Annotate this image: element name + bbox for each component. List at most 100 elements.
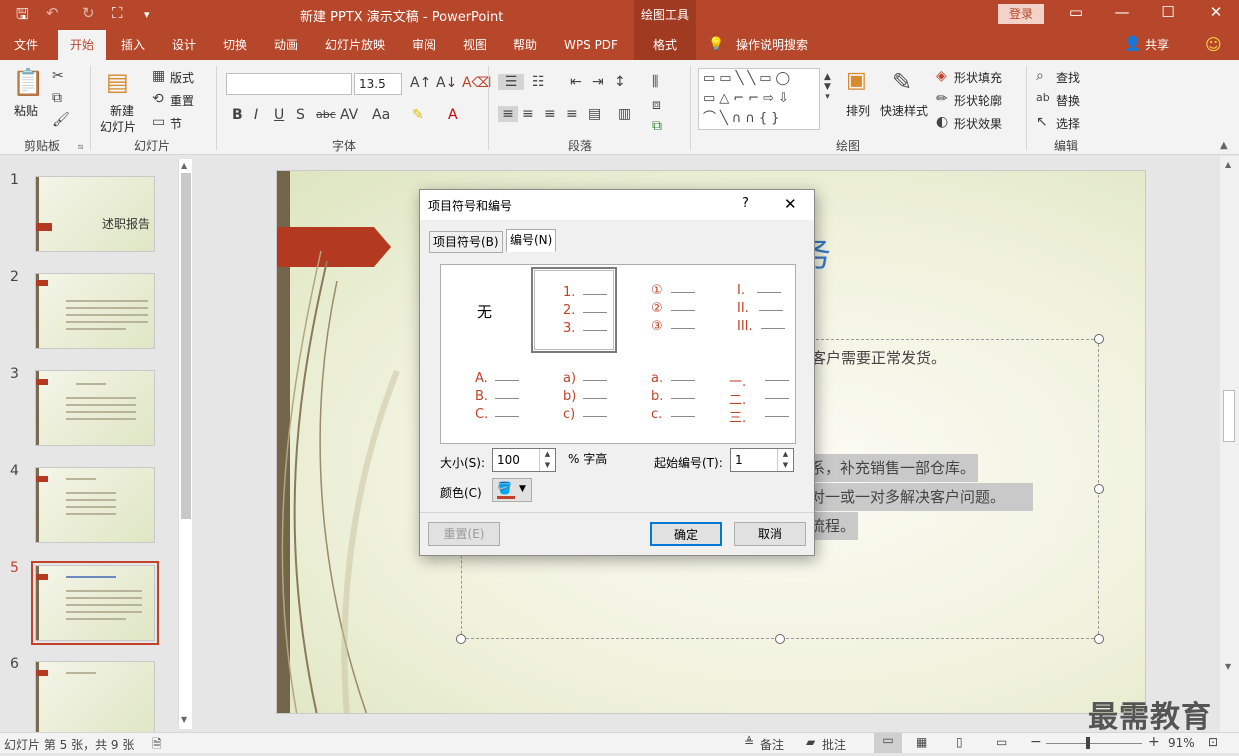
tab-animations[interactable]: 动画 <box>264 30 308 60</box>
color-picker-button[interactable]: 🪣 ▼ <box>492 478 532 502</box>
close-button[interactable]: ✕ <box>1196 3 1236 21</box>
align-center-icon[interactable]: ≡ <box>522 106 534 122</box>
reset-button[interactable]: 重置 <box>170 92 194 109</box>
arrange-icon[interactable]: ▣ <box>846 68 867 93</box>
arrange-button[interactable]: 排列 <box>846 102 870 119</box>
align-right-icon[interactable]: ≡ <box>544 106 556 122</box>
section-button[interactable]: 节 <box>170 115 182 132</box>
change-case-icon[interactable]: Aa <box>372 107 390 123</box>
reset-button[interactable]: 重置(E) <box>428 522 500 546</box>
shape-effects-icon[interactable]: ◐ <box>936 114 948 130</box>
comments-button[interactable]: 批注 <box>822 736 846 753</box>
shape-fill-button[interactable]: 形状填充 <box>954 69 1002 86</box>
layout-icon[interactable]: ▦ <box>152 68 165 84</box>
slide-thumbnail-3[interactable] <box>35 370 155 446</box>
layout-button[interactable]: 版式 <box>170 69 194 86</box>
justify-icon[interactable]: ≡ <box>566 106 578 122</box>
numbering-style-alpha-lower[interactable]: a. b. c. <box>621 357 707 443</box>
numbering-style-arabic[interactable]: 1. 2. 3. <box>531 267 617 353</box>
ok-button[interactable]: 确定 <box>650 522 722 546</box>
shapes-gallery[interactable]: ▭▭╲╲▭◯ ▭△⌐⌐⇨⇩ ⌒╲∩∩{} <box>698 68 820 130</box>
zoom-in-icon[interactable]: + <box>1148 734 1160 750</box>
numbering-style-chinese[interactable]: 一. 二. 三. <box>709 357 795 443</box>
bullets-icon[interactable]: ☰ <box>498 74 524 90</box>
line-spacing-icon[interactable]: ↕ <box>614 74 626 90</box>
strikethrough-icon[interactable]: abc <box>316 108 336 121</box>
paste-button[interactable]: 粘贴 <box>14 102 38 119</box>
new-slide-label-2[interactable]: 幻灯片 <box>100 118 136 135</box>
quick-styles-button[interactable]: 快速样式 <box>880 102 928 119</box>
tab-numbering[interactable]: 编号(N) <box>506 229 557 252</box>
select-button[interactable]: 选择 <box>1056 115 1080 132</box>
format-painter-icon[interactable]: 🖌 <box>52 112 70 128</box>
slide-thumbnail-5[interactable] <box>35 565 155 641</box>
zoom-level[interactable]: 91% <box>1168 736 1195 750</box>
numbering-icon[interactable]: ☷ <box>532 74 545 90</box>
share-button[interactable]: 共享 <box>1140 30 1174 60</box>
font-size-combo[interactable]: 13.5 <box>354 73 402 95</box>
zoom-slider[interactable] <box>1046 743 1142 744</box>
tab-view[interactable]: 视图 <box>454 30 496 60</box>
underline-icon[interactable]: U <box>274 107 284 123</box>
fit-to-window-icon[interactable]: ⊡ <box>1208 735 1218 749</box>
minimize-button[interactable]: — <box>1102 3 1142 21</box>
select-icon[interactable]: ↖ <box>1036 114 1048 130</box>
text-direction-icon[interactable]: ⫼ <box>652 74 658 90</box>
scroll-down-icon[interactable]: ▼ <box>181 715 187 724</box>
font-color-icon[interactable]: A <box>448 107 458 123</box>
tab-wps-pdf[interactable]: WPS PDF <box>556 30 626 60</box>
slideshow-icon[interactable]: ▭ <box>996 735 1007 749</box>
decrease-indent-icon[interactable]: ⇤ <box>570 74 582 90</box>
zoom-out-icon[interactable]: − <box>1030 734 1042 750</box>
find-button[interactable]: 查找 <box>1056 69 1080 86</box>
replace-button[interactable]: 替换 <box>1056 92 1080 109</box>
normal-view-icon[interactable]: ▭ <box>874 733 902 753</box>
tab-format[interactable]: 格式 <box>634 30 696 60</box>
slide-thumbnail-2[interactable] <box>35 273 155 349</box>
highlight-icon[interactable]: ✎ <box>412 107 424 123</box>
notes-icon[interactable]: ≜ <box>744 735 754 749</box>
tab-help[interactable]: 帮助 <box>504 30 546 60</box>
tab-file[interactable]: 文件 <box>0 30 52 60</box>
decrease-font-icon[interactable]: A↓ <box>436 75 457 91</box>
canvas-scrollbar[interactable]: ▲ ▼ <box>1220 156 1239 732</box>
customize-qat-icon[interactable]: ▾ <box>144 8 150 21</box>
start-at-spinner[interactable]: 1 ▲ ▼ <box>730 448 794 472</box>
section-icon[interactable]: ▭ <box>152 114 165 130</box>
start-from-beginning-icon[interactable]: ⛶ <box>112 4 123 22</box>
new-slide-label-1[interactable]: 新建 <box>110 102 134 119</box>
dialog-close-button[interactable]: ✕ <box>784 195 797 213</box>
thumbnails-scrollbar[interactable]: ▲ ▼ <box>178 159 192 729</box>
redo-icon[interactable]: ↻ <box>82 4 95 22</box>
paste-icon[interactable]: 📋 <box>12 68 44 98</box>
reading-view-icon[interactable]: ▯ <box>956 735 963 749</box>
align-text-icon[interactable]: ⧈ <box>652 97 661 113</box>
numbering-style-roman-upper[interactable]: I. II. III. <box>709 267 795 353</box>
tab-transitions[interactable]: 切换 <box>214 30 256 60</box>
copy-icon[interactable]: ⧉ <box>52 90 62 106</box>
scroll-up-icon[interactable]: ▲ <box>181 161 187 170</box>
columns-icon[interactable]: ▥ <box>618 106 631 122</box>
slide-sorter-icon[interactable]: ▦ <box>916 735 927 749</box>
tab-bullets[interactable]: 项目符号(B) <box>429 231 503 253</box>
scroll-up-icon[interactable]: ▲ <box>1225 160 1231 169</box>
smartart-icon[interactable]: ⧉ <box>652 118 662 134</box>
ribbon-display-icon[interactable]: ▭ <box>1056 3 1096 21</box>
login-button[interactable]: 登录 <box>998 4 1044 24</box>
size-spinner[interactable]: 100 ▲ ▼ <box>492 448 556 472</box>
tell-me-search[interactable]: 操作说明搜索 <box>730 30 814 60</box>
scroll-down-icon[interactable]: ▼ <box>1225 662 1231 671</box>
find-icon[interactable]: ⌕ <box>1036 68 1044 84</box>
collapse-ribbon-icon[interactable]: ▲ <box>1220 140 1228 151</box>
notes-button[interactable]: 备注 <box>760 736 784 753</box>
scroll-thumb[interactable] <box>1223 390 1235 442</box>
shape-effects-button[interactable]: 形状效果 <box>954 115 1002 132</box>
numbering-style-alpha-upper[interactable]: A. B. C. <box>443 357 529 443</box>
numbering-style-none[interactable]: 无 <box>443 267 529 353</box>
zoom-slider-thumb[interactable] <box>1086 737 1090 749</box>
quick-styles-icon[interactable]: ✎ <box>892 68 912 96</box>
shape-outline-icon[interactable]: ✏ <box>936 91 948 107</box>
shadow-icon[interactable]: S <box>296 107 305 123</box>
font-name-combo[interactable] <box>226 73 352 95</box>
align-left-icon[interactable]: ≡ <box>498 106 518 122</box>
